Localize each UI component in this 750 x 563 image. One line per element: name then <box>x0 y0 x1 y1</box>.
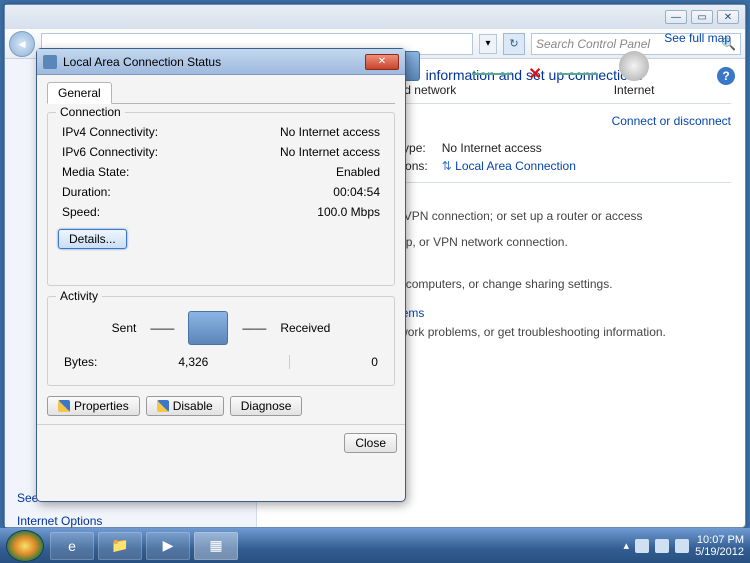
dialog-favicon-icon <box>43 55 57 69</box>
close-dialog-button[interactable]: Close <box>344 433 397 453</box>
properties-button[interactable]: Properties <box>47 396 140 416</box>
tab-header: General <box>47 81 395 104</box>
line-icon: —— <box>150 321 174 335</box>
tray-network-icon[interactable] <box>655 539 669 553</box>
window-titlebar: — ▭ ✕ <box>5 5 745 29</box>
line-icon: —— <box>242 321 266 335</box>
bytes-label: Bytes: <box>64 355 97 369</box>
net-line-icon <box>472 73 512 75</box>
network-node-internet: Internet <box>614 51 655 97</box>
net-line-icon <box>558 73 598 75</box>
see-full-map-link[interactable]: See full map <box>664 31 731 45</box>
taskbar-item-media[interactable]: ▶ <box>146 532 190 560</box>
globe-icon <box>619 51 649 81</box>
shield-icon <box>58 400 70 412</box>
shield-icon <box>157 400 169 412</box>
taskbar: e 📁 ▶ ▦ ▴ 10:07 PM 5/19/2012 <box>0 528 750 563</box>
tab-general[interactable]: General <box>47 82 112 104</box>
minimize-button[interactable]: — <box>665 10 687 24</box>
net-failed-icon: ✕ <box>528 64 541 84</box>
connection-group: Connection IPv4 Connectivity:No Internet… <box>47 112 395 286</box>
bytes-received: 0 <box>371 355 378 369</box>
dialog-close-button[interactable]: ✕ <box>365 54 399 70</box>
bytes-sent: 4,326 <box>178 355 208 369</box>
activity-computer-icon <box>188 311 228 345</box>
connection-status-dialog: Local Area Connection Status ✕ General C… <box>36 48 406 502</box>
taskbar-item-explorer[interactable]: 📁 <box>98 532 142 560</box>
system-tray: ▴ 10:07 PM 5/19/2012 <box>624 534 744 558</box>
help-icon[interactable]: ? <box>717 67 735 85</box>
back-button[interactable]: ◄ <box>9 31 35 57</box>
connect-disconnect-link[interactable]: Connect or disconnect <box>612 114 731 128</box>
disable-button[interactable]: Disable <box>146 396 224 416</box>
received-label: Received <box>280 321 330 335</box>
maximize-button[interactable]: ▭ <box>691 10 713 24</box>
tray-chevron-icon[interactable]: ▴ <box>624 540 630 552</box>
activity-group: Activity Sent —— —— Received Bytes: 4,32… <box>47 296 395 386</box>
details-button[interactable]: Details... <box>58 229 127 249</box>
start-button[interactable] <box>6 530 44 562</box>
close-button[interactable]: ✕ <box>717 10 739 24</box>
tray-volume-icon[interactable] <box>675 539 689 553</box>
sent-label: Sent <box>112 321 137 335</box>
dialog-title: Local Area Connection Status <box>63 55 221 69</box>
clock[interactable]: 10:07 PM 5/19/2012 <box>695 534 744 558</box>
tray-flag-icon[interactable] <box>635 539 649 553</box>
connection-link[interactable]: Local Area Connection <box>455 159 576 173</box>
taskbar-item-network[interactable]: ▦ <box>194 532 238 560</box>
diagnose-button[interactable]: Diagnose <box>230 396 303 416</box>
taskbar-item-ie[interactable]: e <box>50 532 94 560</box>
dialog-titlebar: Local Area Connection Status ✕ <box>37 49 405 75</box>
